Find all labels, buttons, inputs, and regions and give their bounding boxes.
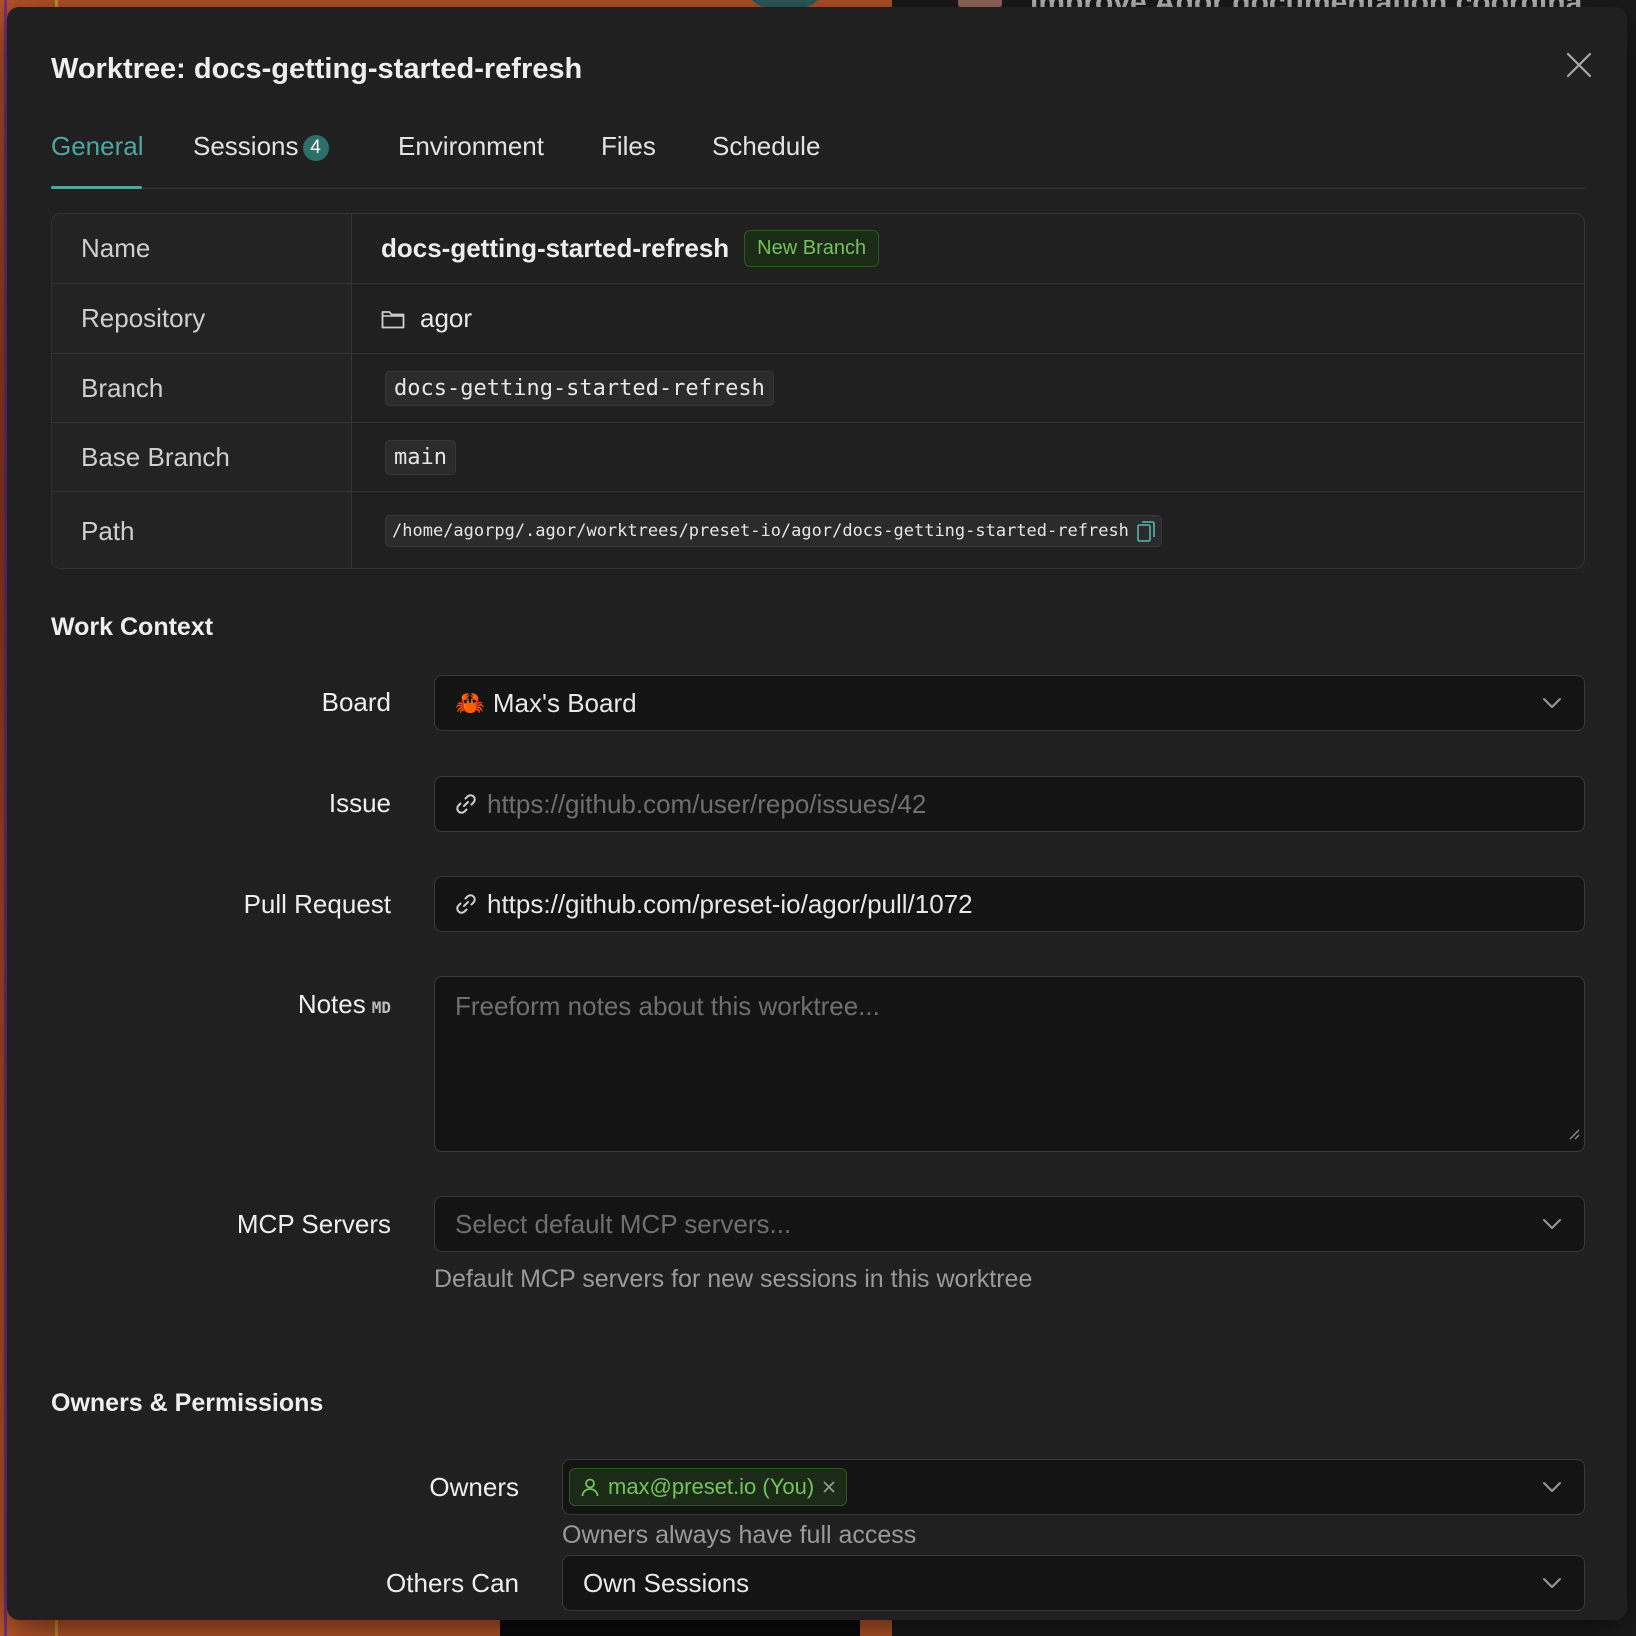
- pull-request-value: https://github.com/preset-io/agor/pull/1…: [487, 888, 973, 919]
- notes-placeholder: Freeform notes about this worktree...: [455, 991, 880, 1021]
- owners-permissions-heading: Owners & Permissions: [51, 1389, 324, 1417]
- notes-textarea[interactable]: Freeform notes about this worktree...: [434, 976, 1585, 1152]
- owners-helper: Owners always have full access: [562, 1521, 917, 1549]
- copy-path-button[interactable]: [1137, 520, 1155, 542]
- close-button[interactable]: [1559, 45, 1599, 85]
- notes-label: Notes MD: [298, 989, 391, 1020]
- link-icon: [455, 793, 477, 815]
- board-select[interactable]: 🦀 Max's Board: [434, 675, 1585, 731]
- folder-icon: [381, 310, 405, 328]
- chevron-down-icon: [1542, 1577, 1562, 1589]
- details-value: docs-getting-started-refresh: [352, 354, 1584, 422]
- details-label: Base Branch: [52, 423, 352, 491]
- mcp-servers-label: MCP Servers: [236, 1209, 391, 1239]
- tab-sessions[interactable]: Sessions 4: [193, 131, 329, 162]
- details-value: docs-getting-started-refresh New Branch: [352, 214, 1584, 283]
- link-icon: [455, 893, 477, 915]
- tab-environment[interactable]: Environment: [398, 131, 544, 162]
- board-value: Max's Board: [492, 687, 637, 718]
- issue-placeholder: https://github.com/user/repo/issues/42: [487, 788, 927, 819]
- base-branch-code: main: [385, 439, 456, 475]
- background-footer: [500, 1620, 860, 1636]
- worktree-modal: Worktree: docs-getting-started-refresh G…: [7, 7, 1627, 1620]
- pull-request-input[interactable]: https://github.com/preset-io/agor/pull/1…: [434, 876, 1585, 932]
- modal-title: Worktree: docs-getting-started-refresh: [51, 53, 583, 85]
- mcp-servers-helper: Default MCP servers for new sessions in …: [434, 1265, 1033, 1293]
- chevron-down-icon: [1542, 697, 1562, 709]
- user-icon: [581, 1478, 599, 1497]
- details-row-branch: Branch docs-getting-started-refresh: [52, 354, 1584, 423]
- owner-tag: max@preset.io (You): [569, 1468, 848, 1506]
- path-text: /home/agorpg/.agor/worktrees/preset-io/a…: [392, 521, 1129, 541]
- owners-select[interactable]: max@preset.io (You): [562, 1459, 1585, 1515]
- chevron-down-icon: [1542, 1218, 1562, 1230]
- board-label: Board: [321, 687, 391, 717]
- worktree-details: Name docs-getting-started-refresh New Br…: [51, 213, 1585, 569]
- issue-label: Issue: [328, 788, 391, 818]
- details-label: Path: [52, 492, 352, 568]
- copy-icon: [1137, 521, 1155, 542]
- mcp-servers-select[interactable]: Select default MCP servers...: [434, 1196, 1585, 1252]
- owner-tag-label: max@preset.io (You): [608, 1474, 815, 1499]
- markdown-badge: MD: [371, 998, 391, 1017]
- details-value: /home/agorpg/.agor/worktrees/preset-io/a…: [352, 492, 1584, 568]
- details-row-name: Name docs-getting-started-refresh New Br…: [52, 214, 1584, 284]
- close-icon: [1566, 52, 1592, 78]
- others-can-value: Own Sessions: [583, 1567, 750, 1598]
- details-value: agor: [352, 284, 1584, 353]
- issue-input[interactable]: https://github.com/user/repo/issues/42: [434, 776, 1585, 832]
- notes-label-text: Notes: [297, 989, 366, 1019]
- path-code: /home/agorpg/.agor/worktrees/preset-io/a…: [385, 515, 1162, 547]
- chevron-down-icon: [1542, 1481, 1562, 1493]
- details-value: main: [352, 423, 1584, 491]
- active-tab-indicator: [51, 186, 142, 189]
- crab-icon: 🦀: [455, 689, 485, 717]
- repository-name: agor: [420, 303, 473, 333]
- close-icon: [823, 1481, 835, 1493]
- tab-general[interactable]: General: [51, 131, 144, 162]
- mcp-servers-placeholder: Select default MCP servers...: [455, 1208, 792, 1239]
- work-context-heading: Work Context: [51, 613, 214, 641]
- pull-request-label: Pull Request: [243, 889, 391, 919]
- tab-sessions-label: Sessions: [193, 131, 299, 161]
- new-branch-tag: New Branch: [744, 230, 880, 267]
- details-row-repository: Repository agor: [52, 284, 1584, 354]
- tab-schedule[interactable]: Schedule: [712, 131, 820, 162]
- details-row-path: Path /home/agorpg/.agor/worktrees/preset…: [52, 492, 1584, 568]
- details-row-base-branch: Base Branch main: [52, 423, 1584, 492]
- tab-files[interactable]: Files: [601, 131, 656, 162]
- worktree-name: docs-getting-started-refresh: [381, 233, 730, 263]
- remove-owner-button[interactable]: [822, 1480, 836, 1494]
- branch-code: docs-getting-started-refresh: [385, 370, 774, 406]
- details-label: Name: [52, 214, 352, 283]
- details-label: Branch: [52, 354, 352, 422]
- tab-bar: General Sessions 4 Environment Files Sche…: [51, 117, 1585, 189]
- details-label: Repository: [52, 284, 352, 353]
- others-can-select[interactable]: Own Sessions: [562, 1555, 1585, 1611]
- resize-handle-icon[interactable]: [1567, 1117, 1581, 1148]
- owners-label: Owners: [429, 1472, 519, 1502]
- sessions-count-badge: 4: [302, 135, 329, 161]
- others-can-label: Others Can: [386, 1568, 519, 1598]
